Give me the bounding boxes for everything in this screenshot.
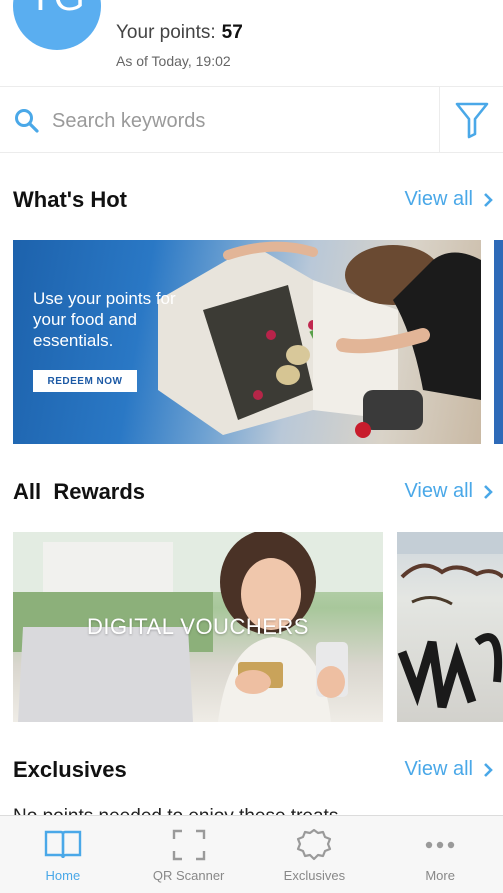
filter-button[interactable] xyxy=(439,87,503,152)
nav-label-exclusives: Exclusives xyxy=(283,868,346,883)
points-date: As of Today, 19:02 xyxy=(116,53,231,69)
chevron-right-icon xyxy=(484,192,493,207)
section-title-whats-hot: What's Hot xyxy=(13,187,127,212)
points-label: Your points: xyxy=(116,22,216,43)
nav-label-qr-scanner: QR Scanner xyxy=(152,868,225,883)
qr-scan-icon xyxy=(172,829,205,861)
nav-label-home: Home xyxy=(45,868,81,883)
avatar[interactable]: TG xyxy=(13,0,101,50)
whats-hot-banner[interactable]: Use your points for your food and essent… xyxy=(13,240,481,444)
next-banner-peek[interactable] xyxy=(494,240,503,444)
view-all-label: View all xyxy=(404,480,473,502)
avatar-initials: TG xyxy=(28,0,86,20)
reward-card-label: DIGITAL VOUCHERS xyxy=(87,614,309,639)
view-all-rewards[interactable]: View all xyxy=(404,480,493,503)
nav-label-more: More xyxy=(425,868,455,883)
view-all-label: View all xyxy=(404,188,473,210)
badge-icon xyxy=(297,828,332,861)
chevron-right-icon xyxy=(484,762,493,777)
nav-item-more[interactable]: More xyxy=(377,816,503,893)
search-bar xyxy=(0,86,503,153)
view-all-whats-hot[interactable]: View all xyxy=(404,188,493,211)
account-header: TG Your points:57 As of Today, 19:02 xyxy=(0,0,503,86)
nav-item-exclusives[interactable]: Exclusives xyxy=(252,816,378,893)
redeem-now-button[interactable]: REDEEM NOW xyxy=(33,370,137,392)
nav-item-home[interactable]: Home xyxy=(0,816,126,893)
chevron-right-icon xyxy=(484,484,493,499)
reward-card-digital-vouchers[interactable]: DIGITAL VOUCHERS xyxy=(13,532,383,722)
points-summary: Your points: 57 xyxy=(116,22,243,44)
view-all-exclusives[interactable]: View all xyxy=(404,758,493,781)
view-all-label: View all xyxy=(404,758,473,780)
next-reward-peek[interactable] xyxy=(397,532,503,722)
section-title-all-rewards: All Rewards xyxy=(13,479,146,504)
graffiti-photo xyxy=(397,532,503,709)
more-dots-icon xyxy=(425,841,455,849)
bottom-nav: Home QR Scanner Exclusives More xyxy=(0,815,503,893)
banner-text: Use your points for your food and essent… xyxy=(33,289,176,350)
nav-item-qr-scanner[interactable]: QR Scanner xyxy=(126,816,252,893)
book-icon xyxy=(44,830,82,859)
section-title-exclusives: Exclusives xyxy=(13,757,127,782)
points-value: 57 xyxy=(221,22,243,43)
filter-icon xyxy=(455,102,488,138)
search-icon xyxy=(15,109,39,133)
search-input[interactable] xyxy=(52,103,422,139)
